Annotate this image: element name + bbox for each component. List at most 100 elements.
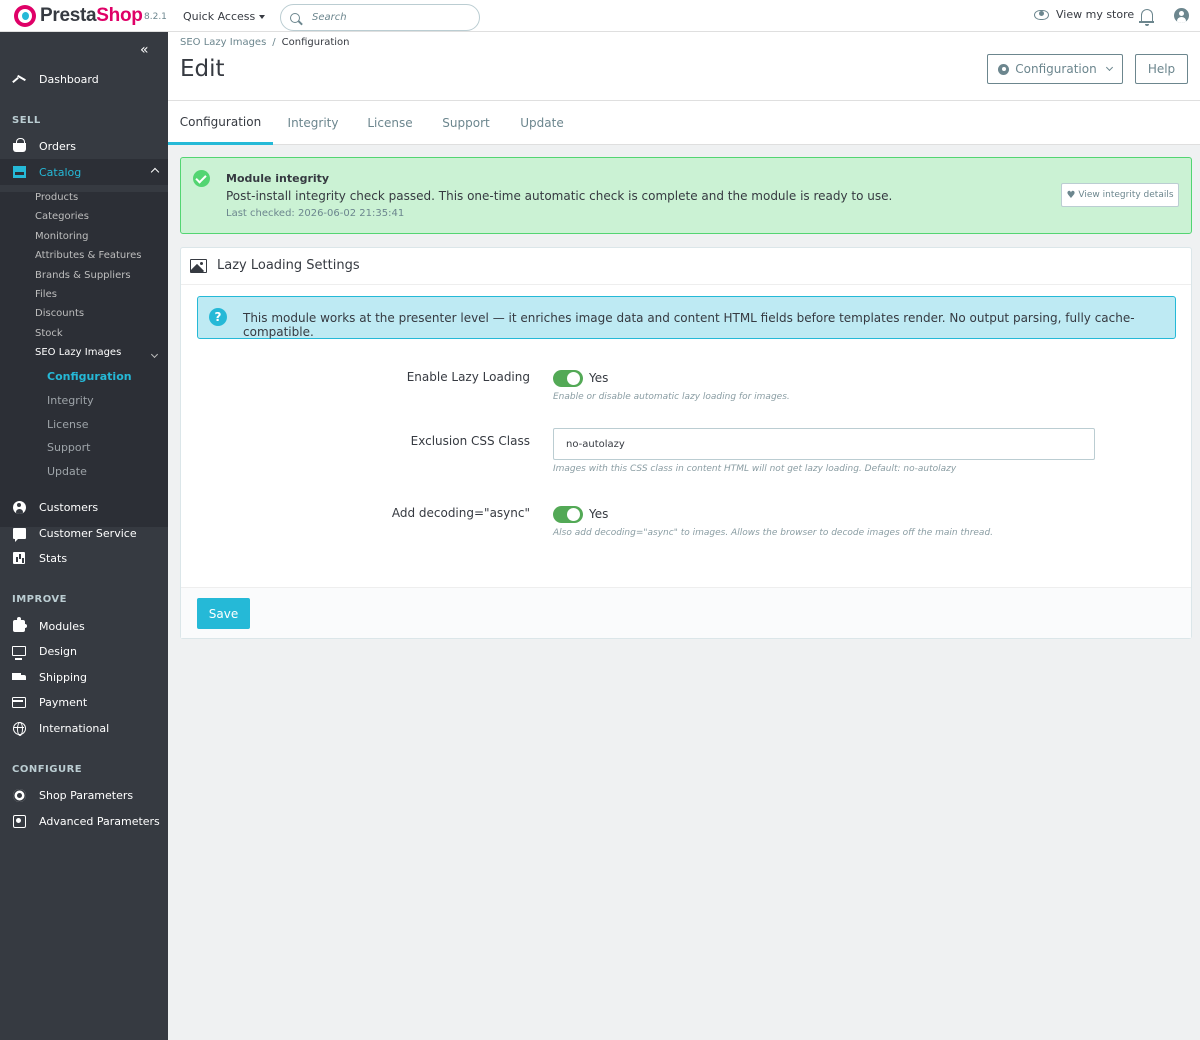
sidebar-subitem-brands[interactable]: Brands & Suppliers xyxy=(35,270,131,281)
logo-text-presta: Presta xyxy=(40,5,97,26)
sidebar-item-label: Catalog xyxy=(39,165,82,179)
section-improve: IMPROVE xyxy=(12,594,68,605)
gear-icon xyxy=(12,788,26,802)
configuration-dropdown-button[interactable]: Configuration xyxy=(987,54,1123,84)
search-input[interactable] xyxy=(312,12,462,23)
logo-text-shop: Shop xyxy=(96,5,143,26)
sidebar-subitem-categories[interactable]: Categories xyxy=(35,211,89,222)
section-sell: SELL xyxy=(12,115,41,126)
sidebar-item-label: Customer Service xyxy=(39,526,137,540)
sidebar-item-orders[interactable]: Orders xyxy=(0,133,168,159)
top-header: PrestaShop 8.2.1 Quick Access View my st… xyxy=(0,0,1200,32)
section-configure: CONFIGURE xyxy=(12,764,83,775)
caret-down-icon xyxy=(259,14,266,19)
prestashop-logo[interactable]: PrestaShop xyxy=(14,5,143,27)
sidebar-subitem-products[interactable]: Products xyxy=(35,192,78,203)
puzzle-icon xyxy=(12,617,27,633)
decoding-async-toggle[interactable] xyxy=(553,506,583,523)
sidebar-subitem-monitoring[interactable]: Monitoring xyxy=(35,231,88,242)
enable-lazy-loading-help: Enable or disable automatic lazy loading… xyxy=(553,392,790,402)
chevron-down-icon xyxy=(1105,63,1113,72)
enable-lazy-loading-toggle[interactable] xyxy=(553,370,583,387)
tab-configuration[interactable]: Configuration xyxy=(168,101,273,145)
sidebar-subitem-discounts[interactable]: Discounts xyxy=(35,308,84,319)
sidebar-item-customers[interactable]: Customers xyxy=(0,494,168,520)
check-circle-icon xyxy=(193,170,210,187)
exclusion-css-class-label: Exclusion CSS Class xyxy=(410,434,530,448)
enable-lazy-loading-label: Enable Lazy Loading xyxy=(406,370,530,384)
customer-icon xyxy=(12,500,26,514)
sidebar-item-label: Design xyxy=(39,644,77,658)
enable-lazy-loading-value: Yes xyxy=(589,371,609,385)
sidebar-item-stats[interactable]: Stats xyxy=(0,545,168,571)
chevron-up-icon xyxy=(150,167,160,177)
basket-icon xyxy=(12,138,26,153)
tab-integrity[interactable]: Integrity xyxy=(278,101,348,145)
quick-access-dropdown[interactable]: Quick Access xyxy=(183,10,266,23)
sidebar-subsubitem-configuration[interactable]: Configuration xyxy=(47,370,132,383)
module-tabs: Configuration Integrity License Support … xyxy=(168,101,1200,145)
sidebar-subitem-seo-lazy-images[interactable]: SEO Lazy Images xyxy=(35,347,121,358)
panel-heading: Lazy Loading Settings xyxy=(181,248,1191,285)
sidebar-item-label: Customers xyxy=(39,500,99,514)
page-title: Edit xyxy=(180,56,225,82)
truck-icon xyxy=(12,670,26,684)
sidebar-item-label: Orders xyxy=(39,139,76,153)
sidebar-item-label: Shop Parameters xyxy=(39,788,134,802)
quick-access-label: Quick Access xyxy=(183,10,256,23)
sidebar-item-shop-parameters[interactable]: Shop Parameters xyxy=(0,782,168,808)
configuration-button-label: Configuration xyxy=(1015,62,1097,76)
sidebar-item-dashboard[interactable]: Dashboard xyxy=(0,66,168,92)
breadcrumb-item-module[interactable]: SEO Lazy Images xyxy=(180,37,266,48)
sidebar-item-customer-service[interactable]: Customer Service xyxy=(0,520,168,546)
collapse-sidebar-icon[interactable]: « xyxy=(140,42,149,58)
view-integrity-details-button[interactable]: ♥ View integrity details xyxy=(1061,183,1179,207)
panel-title: Lazy Loading Settings xyxy=(217,258,360,273)
sidebar-item-catalog[interactable]: Catalog xyxy=(0,159,168,185)
info-alert: ? This module works at the presenter lev… xyxy=(197,296,1176,339)
sidebar-subitem-stock[interactable]: Stock xyxy=(35,328,63,339)
integrity-alert: Module integrity Post-install integrity … xyxy=(180,157,1192,234)
credit-card-icon xyxy=(12,695,26,709)
sidebar-subsubitem-update[interactable]: Update xyxy=(47,465,87,478)
integrity-alert-title: Module integrity xyxy=(226,172,330,185)
prestashop-logo-icon xyxy=(14,5,36,27)
sidebar: « Dashboard SELL Orders Catalog Products… xyxy=(0,32,168,1040)
image-icon xyxy=(190,259,207,273)
eye-icon xyxy=(1034,9,1049,20)
search-box[interactable] xyxy=(280,4,480,31)
save-button[interactable]: Save xyxy=(197,598,250,629)
sidebar-subsubitem-support[interactable]: Support xyxy=(47,441,90,454)
sidebar-item-advanced-parameters[interactable]: Advanced Parameters xyxy=(0,808,168,834)
catalog-submenu: Products Categories Monitoring Attribute… xyxy=(0,192,168,527)
breadcrumb: SEO Lazy Images / Configuration xyxy=(180,37,350,48)
sidebar-subsubitem-integrity[interactable]: Integrity xyxy=(47,394,94,407)
sidebar-item-payment[interactable]: Payment xyxy=(0,689,168,715)
sidebar-subitem-attributes[interactable]: Attributes & Features xyxy=(35,250,142,261)
tab-license[interactable]: License xyxy=(358,101,422,145)
tab-support[interactable]: Support xyxy=(433,101,499,145)
exclusion-css-class-input[interactable] xyxy=(553,428,1095,460)
sidebar-subsubitem-license[interactable]: License xyxy=(47,418,88,431)
sidebar-subitem-files[interactable]: Files xyxy=(35,289,57,300)
tab-update[interactable]: Update xyxy=(511,101,573,145)
gear-icon xyxy=(998,63,1010,75)
globe-icon xyxy=(12,721,26,736)
lazy-loading-settings-panel: Lazy Loading Settings ? This module work… xyxy=(180,247,1192,639)
sidebar-item-label: Stats xyxy=(39,551,68,565)
decoding-async-value: Yes xyxy=(589,507,609,521)
panel-footer: Save xyxy=(181,587,1191,638)
user-account-icon[interactable] xyxy=(1174,8,1189,23)
help-button[interactable]: Help xyxy=(1135,54,1188,84)
version-label: 8.2.1 xyxy=(144,12,167,22)
sidebar-item-design[interactable]: Design xyxy=(0,638,168,664)
decoding-async-label: Add decoding="async" xyxy=(391,506,530,520)
sidebar-item-label: Shipping xyxy=(39,670,87,684)
question-circle-icon: ? xyxy=(209,308,227,326)
view-store-link[interactable]: View my store xyxy=(1034,8,1134,21)
sidebar-item-international[interactable]: International xyxy=(0,715,168,741)
sidebar-item-shipping[interactable]: Shipping xyxy=(0,664,168,690)
help-button-label: Help xyxy=(1147,62,1176,76)
sidebar-item-modules[interactable]: Modules xyxy=(0,613,168,639)
notifications-bell-icon[interactable] xyxy=(1139,9,1154,26)
